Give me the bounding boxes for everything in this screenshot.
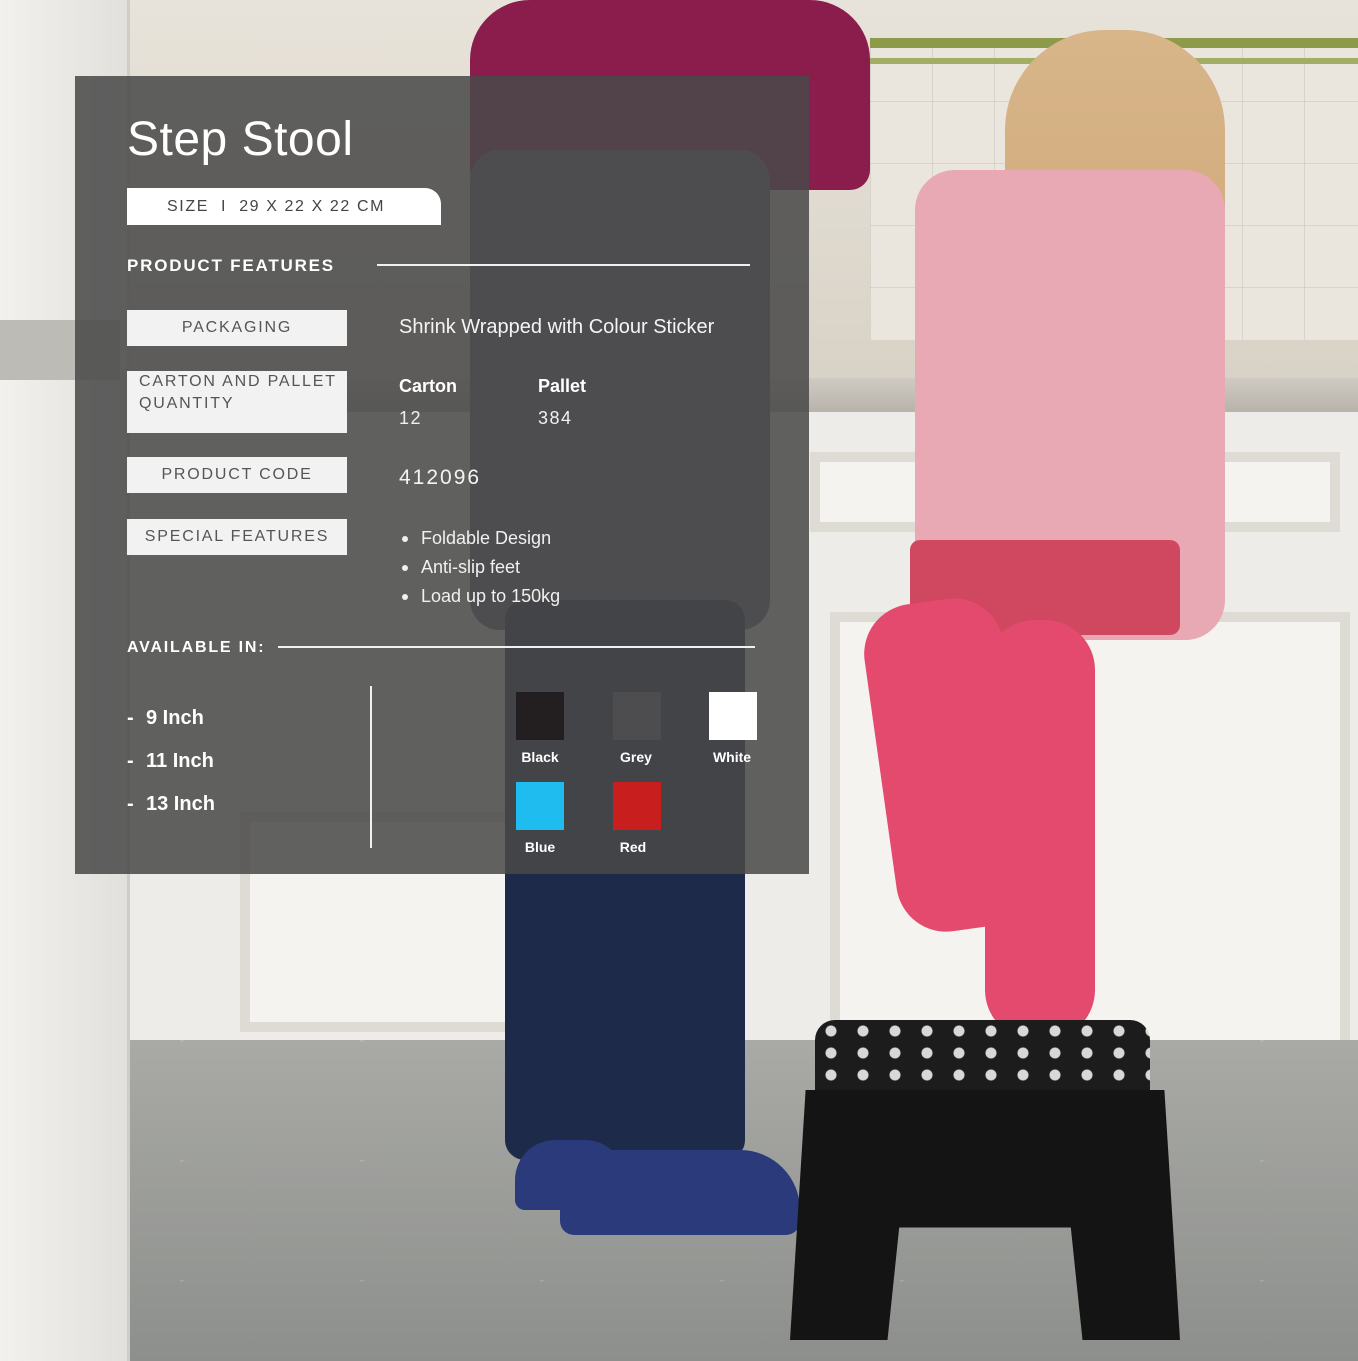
colour-label: Red — [619, 839, 647, 855]
feature-item: Load up to 150kg — [399, 584, 560, 613]
pallet-heading: Pallet — [538, 376, 587, 396]
available-in-heading: AVAILABLE IN: — [127, 639, 266, 656]
size-option: -9 Inch — [127, 707, 204, 729]
size-option-label: 9 Inch — [146, 707, 204, 729]
product-features-heading: PRODUCT FEATURES — [127, 256, 335, 275]
size-option: -13 Inch — [127, 793, 215, 815]
size-tab: SIZE I 29 X 22 X 22 CM — [127, 188, 441, 225]
special-features-list: Foldable Design Anti-slip feet Load up t… — [399, 526, 560, 613]
divider-line — [377, 264, 750, 266]
pallet-value: 384 — [538, 408, 573, 428]
colour-swatch-grey — [613, 692, 661, 740]
woman-shoe — [560, 1150, 800, 1235]
divider-line — [278, 646, 755, 648]
feature-item: Foldable Design — [399, 526, 560, 555]
product-title: Step Stool — [127, 113, 354, 166]
colour-label: White — [712, 749, 752, 765]
product-code-value: 412096 — [399, 466, 482, 489]
colour-swatch-white — [709, 692, 757, 740]
colour-swatch-black — [516, 692, 564, 740]
packaging-value: Shrink Wrapped with Colour Sticker — [399, 316, 715, 338]
product-code-label: PRODUCT CODE — [127, 457, 347, 493]
size-option: -11 Inch — [127, 750, 214, 772]
colour-swatch-blue — [516, 782, 564, 830]
girl-leg — [985, 620, 1095, 1040]
feature-item: Anti-slip feet — [399, 555, 560, 584]
colour-label: Black — [521, 749, 559, 765]
colour-swatch-red — [613, 782, 661, 830]
colour-label: Blue — [524, 839, 556, 855]
quantity-label: CARTON AND PALLET QUANTITY — [127, 371, 347, 433]
colour-label: Grey — [620, 749, 652, 765]
size-option-label: 11 Inch — [146, 750, 214, 772]
carton-heading: Carton — [399, 376, 457, 396]
vertical-divider — [370, 686, 372, 848]
quantity-label-line1: CARTON AND PALLET — [139, 373, 337, 390]
carton-value: 12 — [399, 408, 423, 428]
special-features-label: SPECIAL FEATURES — [127, 519, 347, 555]
packaging-label: PACKAGING — [127, 310, 347, 346]
product-info-panel: Step Stool SIZE I 29 X 22 X 22 CM PRODUC… — [75, 76, 809, 874]
quantity-label-line2: QUANTITY — [139, 395, 235, 412]
size-option-label: 13 Inch — [146, 793, 215, 815]
